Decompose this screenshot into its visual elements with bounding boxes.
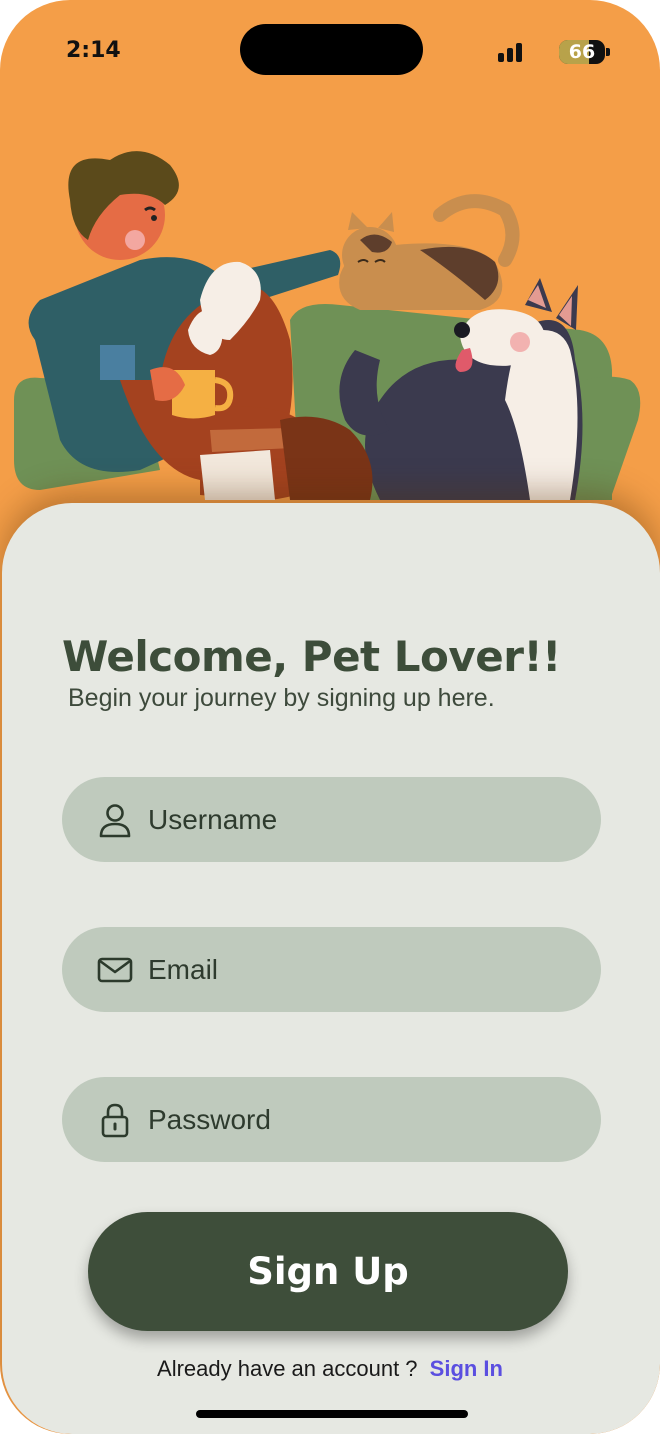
email-input[interactable] bbox=[148, 927, 568, 1012]
welcome-subtitle: Begin your journey by signing up here. bbox=[68, 684, 495, 712]
email-field[interactable] bbox=[62, 927, 601, 1012]
mail-icon bbox=[97, 957, 133, 983]
battery-icon: 66 bbox=[559, 40, 605, 64]
phone-screen: 2:14 66 Welcome, Pet Lover!! Begin your … bbox=[0, 0, 660, 1434]
battery-level-text: 66 bbox=[568, 41, 596, 63]
dynamic-island bbox=[240, 24, 423, 75]
username-field[interactable] bbox=[62, 777, 601, 862]
sign-in-link[interactable]: Sign In bbox=[430, 1356, 503, 1381]
welcome-title: Welcome, Pet Lover!! bbox=[62, 632, 561, 681]
signal-icon bbox=[498, 40, 526, 62]
pets-couch-illustration bbox=[14, 151, 641, 500]
status-time: 2:14 bbox=[66, 38, 121, 63]
username-input[interactable] bbox=[148, 777, 568, 862]
password-field[interactable] bbox=[62, 1077, 601, 1162]
home-indicator[interactable] bbox=[196, 1410, 468, 1418]
sign-in-prompt: Already have an account ? Sign In bbox=[0, 1356, 660, 1382]
battery-tip bbox=[606, 48, 610, 56]
sign-up-button[interactable]: Sign Up bbox=[88, 1212, 568, 1331]
sign-in-prompt-text: Already have an account ? bbox=[157, 1356, 418, 1381]
lock-icon bbox=[101, 1103, 129, 1138]
password-input[interactable] bbox=[148, 1077, 568, 1162]
user-icon bbox=[99, 804, 131, 838]
